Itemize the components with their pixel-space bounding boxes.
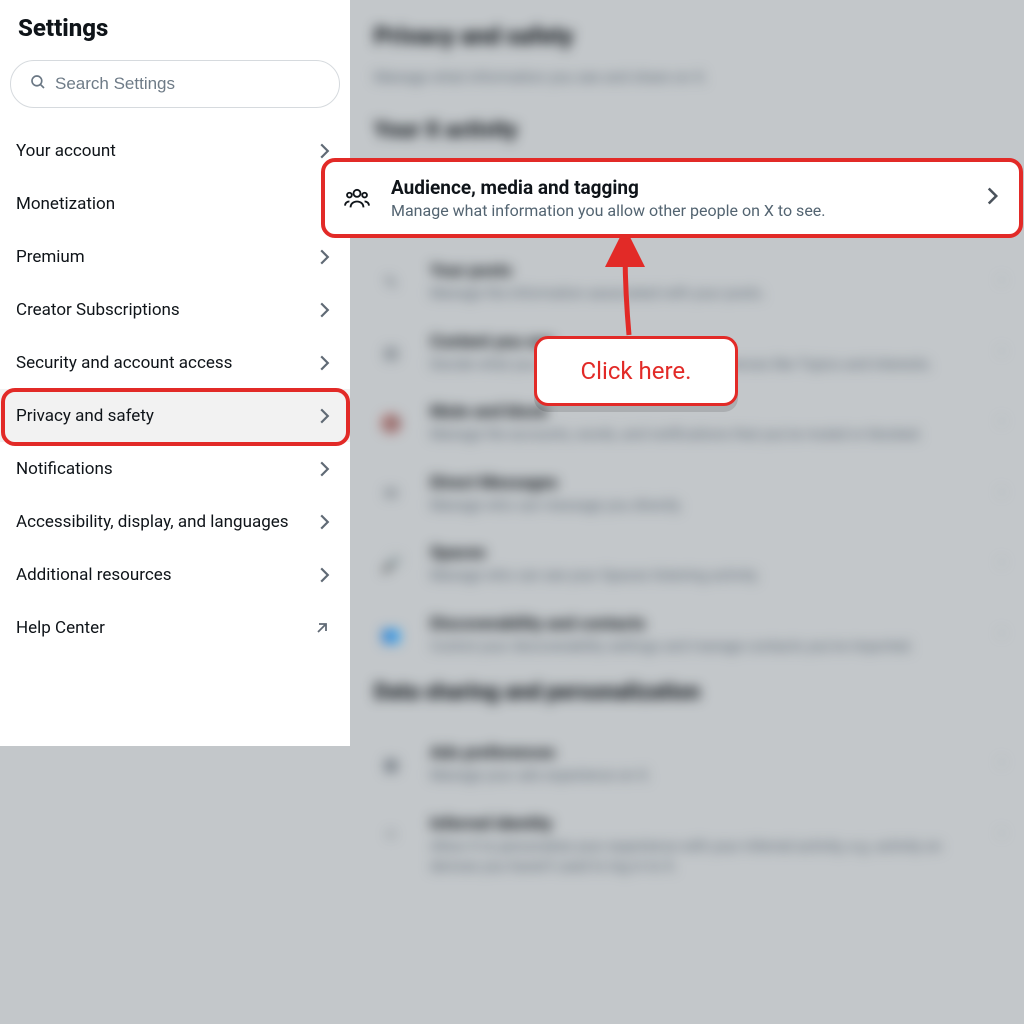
sidebar-item-label: Privacy and safety xyxy=(16,406,154,426)
row-desc: Manage your ads experience on X. xyxy=(430,766,977,786)
ads-icon: ▦ xyxy=(374,747,408,781)
sidebar-item-label: Notifications xyxy=(16,459,113,479)
contacts-icon: 👥 xyxy=(374,618,408,652)
row-desc: Allow X to personalize your experience w… xyxy=(430,837,977,876)
settings-row[interactable]: ✎ Your posts Manage the information asso… xyxy=(374,247,1004,318)
sidebar-item-label: Monetization xyxy=(16,194,115,214)
settings-row[interactable]: ✧ Inferred identity Allow X to personali… xyxy=(374,800,1004,890)
sidebar-item-label: Accessibility, display, and languages xyxy=(16,512,289,532)
settings-row[interactable]: ✉ Direct Messages Manage who can message… xyxy=(374,459,1004,530)
row-title: Inferred identity xyxy=(430,814,977,834)
row-title: Ads preferences xyxy=(430,743,977,763)
row-desc: Manage the information associated with y… xyxy=(430,284,977,304)
mute-icon: 🔇 xyxy=(374,406,408,440)
settings-row[interactable]: 🎤 Spaces Manage who can see your Spaces … xyxy=(374,529,1004,600)
row-title: Your posts xyxy=(430,261,977,281)
row-desc: Manage the accounts, words, and notifica… xyxy=(430,425,977,445)
row-desc: Manage who can see your Spaces listening… xyxy=(430,566,977,586)
row-title: Direct Messages xyxy=(430,473,977,493)
sidebar-item-label: Help Center xyxy=(16,618,105,638)
chevron-right-icon: › xyxy=(999,551,1004,570)
search-container[interactable] xyxy=(10,60,340,108)
sidebar-item-label: Premium xyxy=(16,247,85,267)
callout-text: Click here. xyxy=(581,357,692,385)
sidebar-item-creator-subscriptions[interactable]: Creator Subscriptions xyxy=(0,283,350,336)
settings-row[interactable]: 👥 Discoverability and contacts Control y… xyxy=(374,600,1004,671)
annotation-callout: Click here. xyxy=(534,336,738,406)
chevron-right-icon xyxy=(319,354,330,372)
row-desc: Control your discoverability settings an… xyxy=(430,637,977,657)
row-title: Audience, media and tagging xyxy=(391,176,966,199)
sidebar-item-notifications[interactable]: Notifications xyxy=(0,442,350,495)
chevron-right-icon: › xyxy=(999,481,1004,500)
chevron-right-icon xyxy=(319,407,330,425)
sidebar-item-additional-resources[interactable]: Additional resources xyxy=(0,548,350,601)
section-heading-data: Data sharing and personalization xyxy=(374,680,1004,705)
row-title: Spaces xyxy=(430,543,977,563)
settings-row[interactable]: ▦ Ads preferences Manage your ads experi… xyxy=(374,729,1004,800)
sidebar-item-label: Your account xyxy=(16,141,116,161)
chevron-right-icon xyxy=(319,513,330,531)
chevron-right-icon: › xyxy=(999,340,1004,359)
row-desc: Manage what information you allow other … xyxy=(391,201,966,220)
main-title: Privacy and safety xyxy=(374,22,1004,50)
sidebar-item-label: Additional resources xyxy=(16,565,172,585)
chevron-right-icon xyxy=(319,566,330,584)
mic-icon: 🎤 xyxy=(374,547,408,581)
chevron-right-icon xyxy=(319,301,330,319)
sidebar-item-monetization[interactable]: Monetization xyxy=(0,177,350,230)
sidebar-item-accessibility[interactable]: Accessibility, display, and languages xyxy=(0,495,350,548)
sidebar-item-help-center[interactable]: Help Center xyxy=(0,601,350,654)
chevron-right-icon xyxy=(986,186,999,210)
settings-sidebar: Settings Your account Monetization Premi… xyxy=(0,0,350,746)
chevron-right-icon: › xyxy=(999,751,1004,770)
external-link-icon xyxy=(314,620,330,636)
search-input[interactable] xyxy=(55,74,321,94)
content-icon: ▤ xyxy=(374,336,408,370)
search-icon xyxy=(29,73,47,95)
people-icon xyxy=(343,184,371,212)
section-heading-activity: Your X activity xyxy=(374,118,1004,143)
main-panel-blurred: Privacy and safety Manage what informati… xyxy=(350,0,1024,1024)
chevron-right-icon: › xyxy=(999,269,1004,288)
chevron-right-icon xyxy=(319,142,330,160)
envelope-icon: ✉ xyxy=(374,477,408,511)
main-subtitle: Manage what information you see and shar… xyxy=(374,68,1004,86)
row-desc: Manage who can message you directly. xyxy=(430,496,977,516)
chevron-right-icon: › xyxy=(999,410,1004,429)
sidebar-item-your-account[interactable]: Your account xyxy=(0,124,350,177)
identity-icon: ✧ xyxy=(374,818,408,852)
chevron-right-icon xyxy=(319,248,330,266)
row-title: Discoverability and contacts xyxy=(430,614,977,634)
chevron-right-icon: › xyxy=(999,622,1004,641)
chevron-right-icon: › xyxy=(999,822,1004,841)
pencil-icon: ✎ xyxy=(374,265,408,299)
settings-row-audience-media-tagging[interactable]: Audience, media and tagging Manage what … xyxy=(325,162,1019,234)
chevron-right-icon xyxy=(319,460,330,478)
sidebar-item-label: Creator Subscriptions xyxy=(16,300,180,320)
sidebar-item-security[interactable]: Security and account access xyxy=(0,336,350,389)
sidebar-item-premium[interactable]: Premium xyxy=(0,230,350,283)
page-title: Settings xyxy=(0,14,350,60)
sidebar-item-label: Security and account access xyxy=(16,353,232,373)
sidebar-item-privacy-safety[interactable]: Privacy and safety xyxy=(0,389,350,442)
